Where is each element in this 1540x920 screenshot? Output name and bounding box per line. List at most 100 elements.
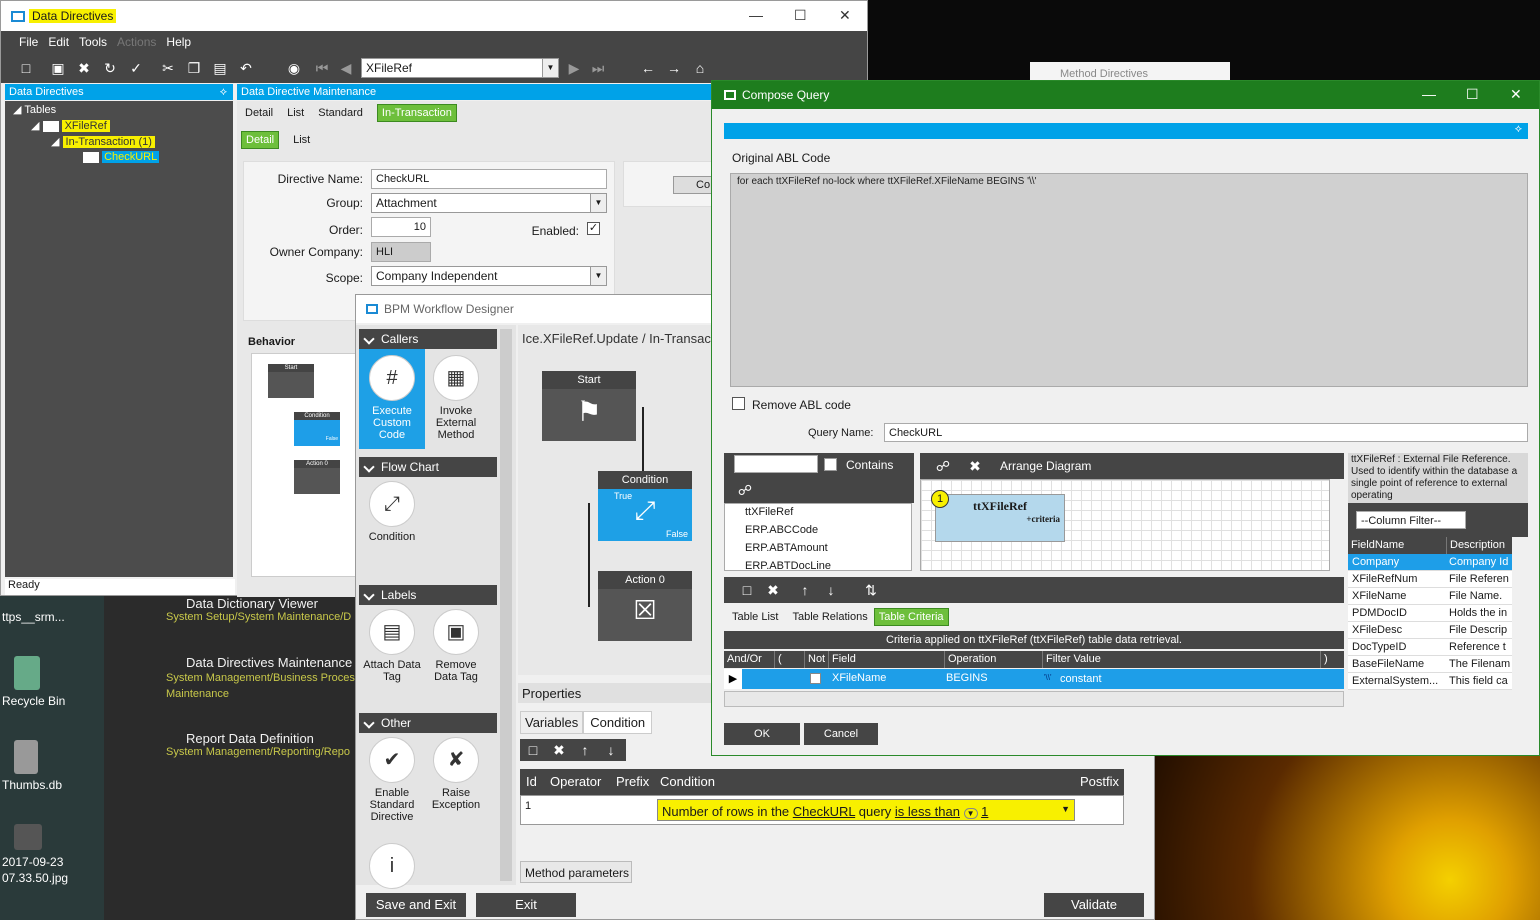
tool-remove-data-tag[interactable]: ▣ Remove Data Tag	[423, 609, 489, 683]
dropdown-arrow-icon[interactable]: ▼	[590, 267, 606, 285]
section-labels[interactable]: Labels	[359, 585, 497, 605]
maximize-button[interactable]: ☐	[794, 7, 807, 24]
prev-record-icon[interactable]: ◀	[337, 59, 355, 77]
method-parameters-tab[interactable]: Method parameters	[520, 861, 632, 883]
scope-select[interactable]: Company Independent ▼	[371, 266, 607, 286]
field-row[interactable]: DocTypeID Reference t	[1348, 639, 1512, 656]
order-field[interactable]: 10	[371, 217, 431, 237]
field-row[interactable]: XFileRefNum File Referen	[1348, 571, 1512, 588]
move-up-icon[interactable]: ↑	[576, 741, 594, 759]
start-item-report-data[interactable]: Report Data Definition System Management…	[166, 731, 350, 758]
condition-row[interactable]: 1 Number of rows in the CheckURL query i…	[520, 795, 1124, 825]
table-list-item[interactable]: ttXFileRef	[725, 504, 911, 522]
tab-variables[interactable]: Variables	[520, 711, 584, 734]
criteria-operation[interactable]: BEGINS	[946, 672, 988, 684]
delete-row-icon[interactable]: ✖	[550, 741, 568, 759]
action-node[interactable]: Action 0 ☒	[598, 571, 692, 641]
tree-node-xfileref[interactable]: ◢ XFileRef	[31, 119, 110, 132]
tab-in-transaction[interactable]: In-Transaction	[376, 104, 457, 122]
tab-table-relations[interactable]: Table Relations	[786, 611, 873, 623]
field-row[interactable]: ExternalSystem... This field ca	[1348, 673, 1512, 690]
menu-file[interactable]: File	[19, 35, 38, 49]
minimize-button[interactable]: —	[749, 7, 763, 23]
desktop-icon-recycle-bin[interactable]: Recycle Bin	[0, 656, 104, 708]
group-select[interactable]: Attachment ▼	[371, 193, 607, 213]
start-node[interactable]: Start ⚑	[542, 371, 636, 441]
condition-node[interactable]: Condition True ⤢ False	[598, 471, 692, 541]
tree-node-tables[interactable]: ◢ Tables	[13, 103, 56, 116]
tree-node-in-transaction[interactable]: ◢ In-Transaction (1)	[51, 135, 155, 148]
section-callers[interactable]: Callers	[359, 329, 497, 349]
forward-icon[interactable]: →	[665, 59, 683, 77]
desktop-icon-jpg[interactable]: 2017-09-23 07.33.50.jpg	[0, 824, 104, 886]
first-record-icon[interactable]: ⏮	[313, 59, 331, 77]
binoculars-icon[interactable]: ◉	[285, 59, 303, 77]
link-icon[interactable]: ☍	[934, 457, 952, 475]
undo-icon[interactable]: ↶	[237, 59, 255, 77]
row-selector-icon[interactable]: ▶	[724, 669, 742, 689]
cq-maximize-button[interactable]: ☐	[1466, 86, 1479, 103]
tool-raise-exception[interactable]: ✘ Raise Exception	[423, 737, 489, 811]
cq-close-button[interactable]: ✕	[1510, 86, 1522, 103]
cq-minimize-button[interactable]: —	[1422, 86, 1436, 102]
table-list-item[interactable]: ERP.ABTAmount	[725, 540, 911, 558]
copy-icon[interactable]: ❐	[185, 59, 203, 77]
start-item-data-dictionary[interactable]: Data Dictionary Viewer System Setup/Syst…	[166, 596, 351, 623]
dropdown-arrow-icon[interactable]: ▼	[1061, 804, 1070, 814]
menu-help[interactable]: Help	[166, 35, 191, 49]
criteria-field[interactable]: XFileName	[832, 672, 886, 684]
enabled-checkbox[interactable]: ✓	[587, 222, 600, 235]
table-search-input[interactable]	[734, 455, 818, 473]
move-down-icon[interactable]: ↓	[602, 741, 620, 759]
field-row[interactable]: XFileDesc File Descrip	[1348, 622, 1512, 639]
table-list-item[interactable]: ERP.ABTDocLine	[725, 558, 911, 570]
back-icon[interactable]: ←	[639, 59, 657, 77]
tool-execute-custom-code[interactable]: # Execute Custom Code	[359, 355, 425, 441]
last-record-icon[interactable]: ⏭	[589, 59, 607, 77]
delete-icon[interactable]: ✖	[966, 457, 984, 475]
field-row[interactable]: BaseFileName The Filenam	[1348, 656, 1512, 673]
new-icon[interactable]: □	[17, 59, 35, 77]
field-row[interactable]: Company Company Id	[1348, 554, 1512, 571]
criteria-row[interactable]: ▶ XFileName BEGINS '\\' constant	[724, 669, 1344, 689]
query-link[interactable]: CheckURL	[793, 804, 855, 819]
tool-attach-data-tag[interactable]: ▤ Attach Data Tag	[359, 609, 425, 683]
dropdown-arrow-icon[interactable]: ▼	[590, 194, 606, 212]
field-row[interactable]: XFileName File Name.	[1348, 588, 1512, 605]
tab-standard[interactable]: Standard	[318, 107, 363, 119]
save-and-exit-button[interactable]: Save and Exit	[366, 893, 466, 917]
link-icon[interactable]: ☍	[736, 481, 754, 499]
subtab-detail[interactable]: Detail	[241, 131, 280, 149]
not-checkbox[interactable]	[810, 673, 821, 684]
table-list-item[interactable]: ERP.ABCCode	[725, 522, 911, 540]
desktop-icon-srm[interactable]: ttps__srm...	[0, 610, 104, 624]
save-icon[interactable]: ▣	[49, 59, 67, 77]
tab-list[interactable]: List	[287, 107, 304, 119]
start-item-data-directives[interactable]: Data Directives Maintenance System Manag…	[166, 655, 356, 702]
tab-table-list[interactable]: Table List	[724, 611, 786, 623]
exit-button[interactable]: Exit	[476, 893, 576, 917]
delete-icon[interactable]: ✖	[764, 581, 782, 599]
tool-invoke-external-method[interactable]: ▦ Invoke External Method	[423, 355, 489, 441]
validate-button[interactable]: Validate	[1044, 893, 1144, 917]
query-diagram[interactable]: ttXFileRef +criteria 1	[920, 479, 1330, 571]
toolbox-scrollbar[interactable]	[500, 329, 512, 881]
tree-node-checkurl[interactable]: CheckURL	[83, 151, 160, 163]
tab-detail[interactable]: Detail	[245, 107, 273, 119]
tool-condition[interactable]: ⤢ Condition	[359, 481, 425, 543]
record-search-combo[interactable]: XFileRef ▼	[361, 58, 559, 78]
close-button[interactable]: ✕	[839, 7, 851, 24]
method-directives-window[interactable]: Method Directives	[1030, 62, 1230, 82]
operator-link[interactable]: is less than	[895, 804, 960, 819]
sort-icon[interactable]: ⇅	[862, 581, 880, 599]
remove-abl-checkbox[interactable]	[732, 397, 745, 410]
abl-code-box[interactable]: for each ttXFileRef no-lock where ttXFil…	[730, 173, 1528, 387]
ok-button[interactable]: OK	[724, 723, 800, 745]
criteria-value[interactable]: constant	[1060, 673, 1102, 685]
condition-expression[interactable]: Number of rows in the CheckURL query is …	[657, 799, 1075, 821]
diagram-table-box[interactable]: ttXFileRef +criteria	[935, 494, 1065, 542]
operator-dropdown-icon[interactable]: ▼	[963, 808, 978, 819]
tool-info[interactable]: i	[359, 843, 425, 893]
delete-icon[interactable]: ✖	[75, 59, 93, 77]
new-icon[interactable]: □	[738, 581, 756, 599]
